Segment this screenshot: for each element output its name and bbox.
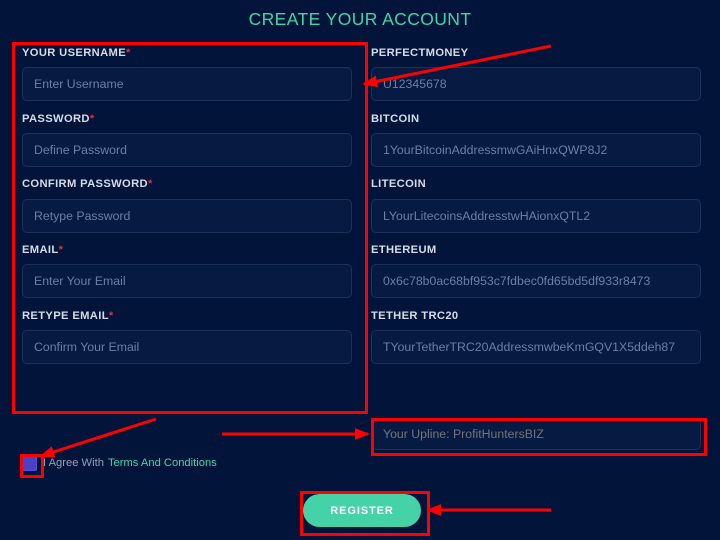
terms-and-conditions-link[interactable]: Terms And Conditions xyxy=(108,457,217,469)
input-bitcoin[interactable] xyxy=(371,132,701,167)
account-details-column: YOUR USERNAME* PASSWORD* CONFIRM PASSWORD*… xyxy=(22,47,352,377)
upline-field-wrapper xyxy=(371,418,701,450)
upline-input[interactable] xyxy=(371,418,701,450)
field-label: RETYPE EMAIL* xyxy=(22,309,114,322)
terms-agree-label: I Agree With xyxy=(43,457,104,469)
field-label: CONFIRM PASSWORD* xyxy=(22,178,153,191)
page-title: CREATE YOUR ACCOUNT xyxy=(248,9,472,29)
input-email[interactable] xyxy=(22,264,352,299)
input-litecoin[interactable] xyxy=(371,198,701,233)
field-perfectmoney: PERFECTMONEY xyxy=(371,47,701,102)
field-label: PASSWORD* xyxy=(22,112,95,125)
input-perfectmoney[interactable] xyxy=(371,67,701,102)
required-asterisk: * xyxy=(89,112,95,125)
field-your-username: YOUR USERNAME* xyxy=(22,47,352,102)
input-ethereum[interactable] xyxy=(371,264,701,299)
field-confirm-password: CONFIRM PASSWORD* xyxy=(22,178,352,233)
field-litecoin: LITECOIN xyxy=(371,178,701,233)
field-label: PERFECTMONEY xyxy=(371,47,469,59)
terms-checkbox[interactable] xyxy=(22,455,37,471)
field-label: ETHEREUM xyxy=(371,244,437,257)
terms-agreement-row[interactable]: I Agree With Terms And Conditions xyxy=(22,455,217,471)
input-tether-trc20[interactable] xyxy=(371,330,701,365)
field-ethereum: ETHEREUM xyxy=(371,244,701,299)
input-confirm-password[interactable] xyxy=(22,198,352,233)
field-label: BITCOIN xyxy=(371,112,420,125)
field-label: LITECOIN xyxy=(371,178,427,191)
field-email: EMAIL* xyxy=(22,244,352,299)
field-tether-trc20: TETHER TRC20 xyxy=(371,309,701,365)
field-label: YOUR USERNAME* xyxy=(22,47,131,59)
required-asterisk: * xyxy=(147,178,153,191)
required-asterisk: * xyxy=(108,309,114,322)
field-label: TETHER TRC20 xyxy=(371,309,459,322)
field-retype-email: RETYPE EMAIL* xyxy=(22,309,352,365)
required-asterisk: * xyxy=(126,47,131,59)
arrow-to-checkbox xyxy=(39,417,157,458)
field-bitcoin: BITCOIN xyxy=(371,112,701,167)
register-button[interactable]: REGISTER xyxy=(303,494,421,527)
input-your-username[interactable] xyxy=(22,67,352,102)
field-label: EMAIL* xyxy=(22,244,64,257)
required-asterisk: * xyxy=(58,244,64,257)
field-password: PASSWORD* xyxy=(22,112,352,167)
input-retype-email[interactable] xyxy=(22,330,352,365)
input-password[interactable] xyxy=(22,132,352,167)
payment-wallets-column: PERFECTMONEY BITCOIN LITECOIN ETHEREUM TETHE… xyxy=(371,47,701,377)
registration-page: CREATE YOUR ACCOUNT YOUR USERNAME* PASSWO… xyxy=(0,0,720,540)
